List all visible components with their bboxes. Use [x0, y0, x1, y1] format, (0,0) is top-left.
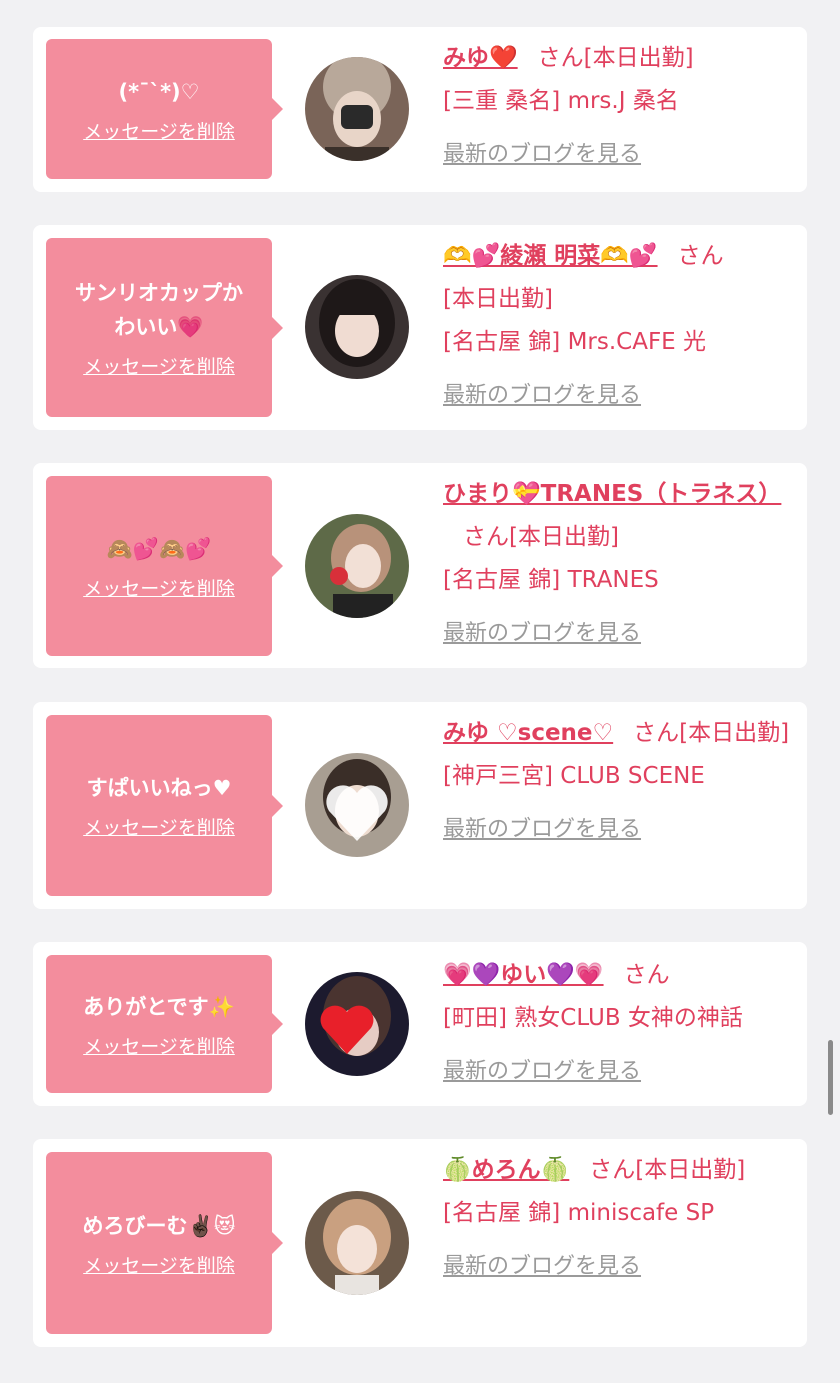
- message-text: (*¯`*)♡: [118, 79, 200, 104]
- avatar[interactable]: [305, 753, 409, 857]
- favorite-card: めろびーむ✌🏿😻 メッセージを削除 🍈めろん🍈 さん[本日出勤] [名古屋 錦] …: [33, 1139, 807, 1347]
- scrollbar[interactable]: [828, 1040, 833, 1115]
- honorific: さん: [623, 962, 670, 988]
- favorite-card: サンリオカップか わいい💗 メッセージを削除 🫶💕綾瀬 明菜🫶💕 さん [本日出勤]…: [33, 225, 807, 430]
- delete-message-link[interactable]: メッセージを削除: [83, 117, 235, 144]
- avatar[interactable]: [305, 275, 409, 379]
- favorite-card: (*¯`*)♡ メッセージを削除 みゆ❤️ さん[本日出勤] [三重 桑名] mr…: [33, 27, 807, 192]
- delete-message-link[interactable]: メッセージを削除: [83, 352, 235, 379]
- member-name-link[interactable]: みゆ❤️: [443, 45, 518, 71]
- latest-blog-link[interactable]: 最新のブログを見る: [443, 808, 793, 851]
- favorite-card: すぱいいねっ♥ メッセージを削除 みゆ ♡scene♡ さん[本日出勤] [神戸三…: [33, 702, 807, 909]
- avatar[interactable]: [305, 514, 409, 618]
- honorific: さん: [633, 720, 680, 746]
- honorific: さん: [537, 45, 584, 71]
- member-name-link[interactable]: みゆ ♡scene♡: [443, 720, 613, 746]
- message-bubble: サンリオカップか わいい💗 メッセージを削除: [46, 238, 283, 417]
- member-info: 💗💜ゆい💜💗 さん [町田] 熟女CLUB 女神の神話 最新のブログを見る: [443, 954, 793, 1093]
- member-info: 🫶💕綾瀬 明菜🫶💕 さん [本日出勤] [名古屋 錦] Mrs.CAFE 光 最新の…: [443, 235, 793, 417]
- latest-blog-link[interactable]: 最新のブログを見る: [443, 1050, 793, 1093]
- delete-message-link[interactable]: メッセージを削除: [83, 1032, 235, 1059]
- latest-blog-link[interactable]: 最新のブログを見る: [443, 133, 793, 176]
- member-name-link[interactable]: ひまり💝TRANES（トラネス）: [443, 481, 781, 507]
- honorific: さん: [677, 243, 724, 269]
- message-bubble: 🙈💕🙈💕 メッセージを削除: [46, 476, 283, 656]
- member-info: ひまり💝TRANES（トラネス）さん[本日出勤] [名古屋 錦] TRANES …: [443, 473, 793, 655]
- honorific: さん: [463, 524, 509, 550]
- member-name-link[interactable]: 🫶💕綾瀬 明菜🫶💕: [443, 243, 658, 269]
- message-bubble: (*¯`*)♡ メッセージを削除: [46, 39, 283, 179]
- delete-message-link[interactable]: メッセージを削除: [83, 574, 235, 601]
- member-name-link[interactable]: 🍈めろん🍈: [443, 1157, 569, 1183]
- member-info: 🍈めろん🍈 さん[本日出勤] [名古屋 錦] miniscafe SP 最新のブロ…: [443, 1149, 793, 1288]
- message-text: めろびーむ✌🏿😻: [82, 1213, 236, 1238]
- honorific: さん: [589, 1157, 636, 1183]
- message-bubble: めろびーむ✌🏿😻 メッセージを削除: [46, 1152, 283, 1334]
- favorite-card: 🙈💕🙈💕 メッセージを削除 ひまり💝TRANES（トラネス）さん[本日出勤] […: [33, 463, 807, 668]
- message-bubble: すぱいいねっ♥ メッセージを削除: [46, 715, 283, 896]
- message-text: 🙈💕🙈💕: [106, 536, 212, 561]
- latest-blog-link[interactable]: 最新のブログを見る: [443, 1245, 793, 1288]
- avatar[interactable]: [305, 972, 409, 1076]
- message-text: サンリオカップか わいい💗: [75, 281, 243, 339]
- avatar[interactable]: [305, 57, 409, 161]
- latest-blog-link[interactable]: 最新のブログを見る: [443, 612, 793, 655]
- member-detail: [本日出勤] [名古屋 錦] Mrs.CAFE 光: [443, 286, 707, 355]
- member-info: みゆ ♡scene♡ さん[本日出勤] [神戸三宮] CLUB SCENE 最新の…: [443, 712, 793, 851]
- message-bubble: ありがとです✨ メッセージを削除: [46, 955, 283, 1093]
- message-text: すぱいいねっ♥: [86, 776, 232, 800]
- member-name-link[interactable]: 💗💜ゆい💜💗: [443, 962, 604, 988]
- message-text: ありがとです✨: [83, 994, 235, 1019]
- delete-message-link[interactable]: メッセージを削除: [83, 1251, 235, 1278]
- favorite-card: ありがとです✨ メッセージを削除 💗💜ゆい💜💗 さん [町田] 熟女CLUB 女神の…: [33, 942, 807, 1106]
- avatar[interactable]: [305, 1191, 409, 1295]
- delete-message-link[interactable]: メッセージを削除: [83, 813, 235, 840]
- latest-blog-link[interactable]: 最新のブログを見る: [443, 374, 793, 417]
- member-detail: [町田] 熟女CLUB 女神の神話: [443, 1005, 743, 1031]
- member-info: みゆ❤️ さん[本日出勤] [三重 桑名] mrs.J 桑名 最新のブログを見る: [443, 37, 793, 176]
